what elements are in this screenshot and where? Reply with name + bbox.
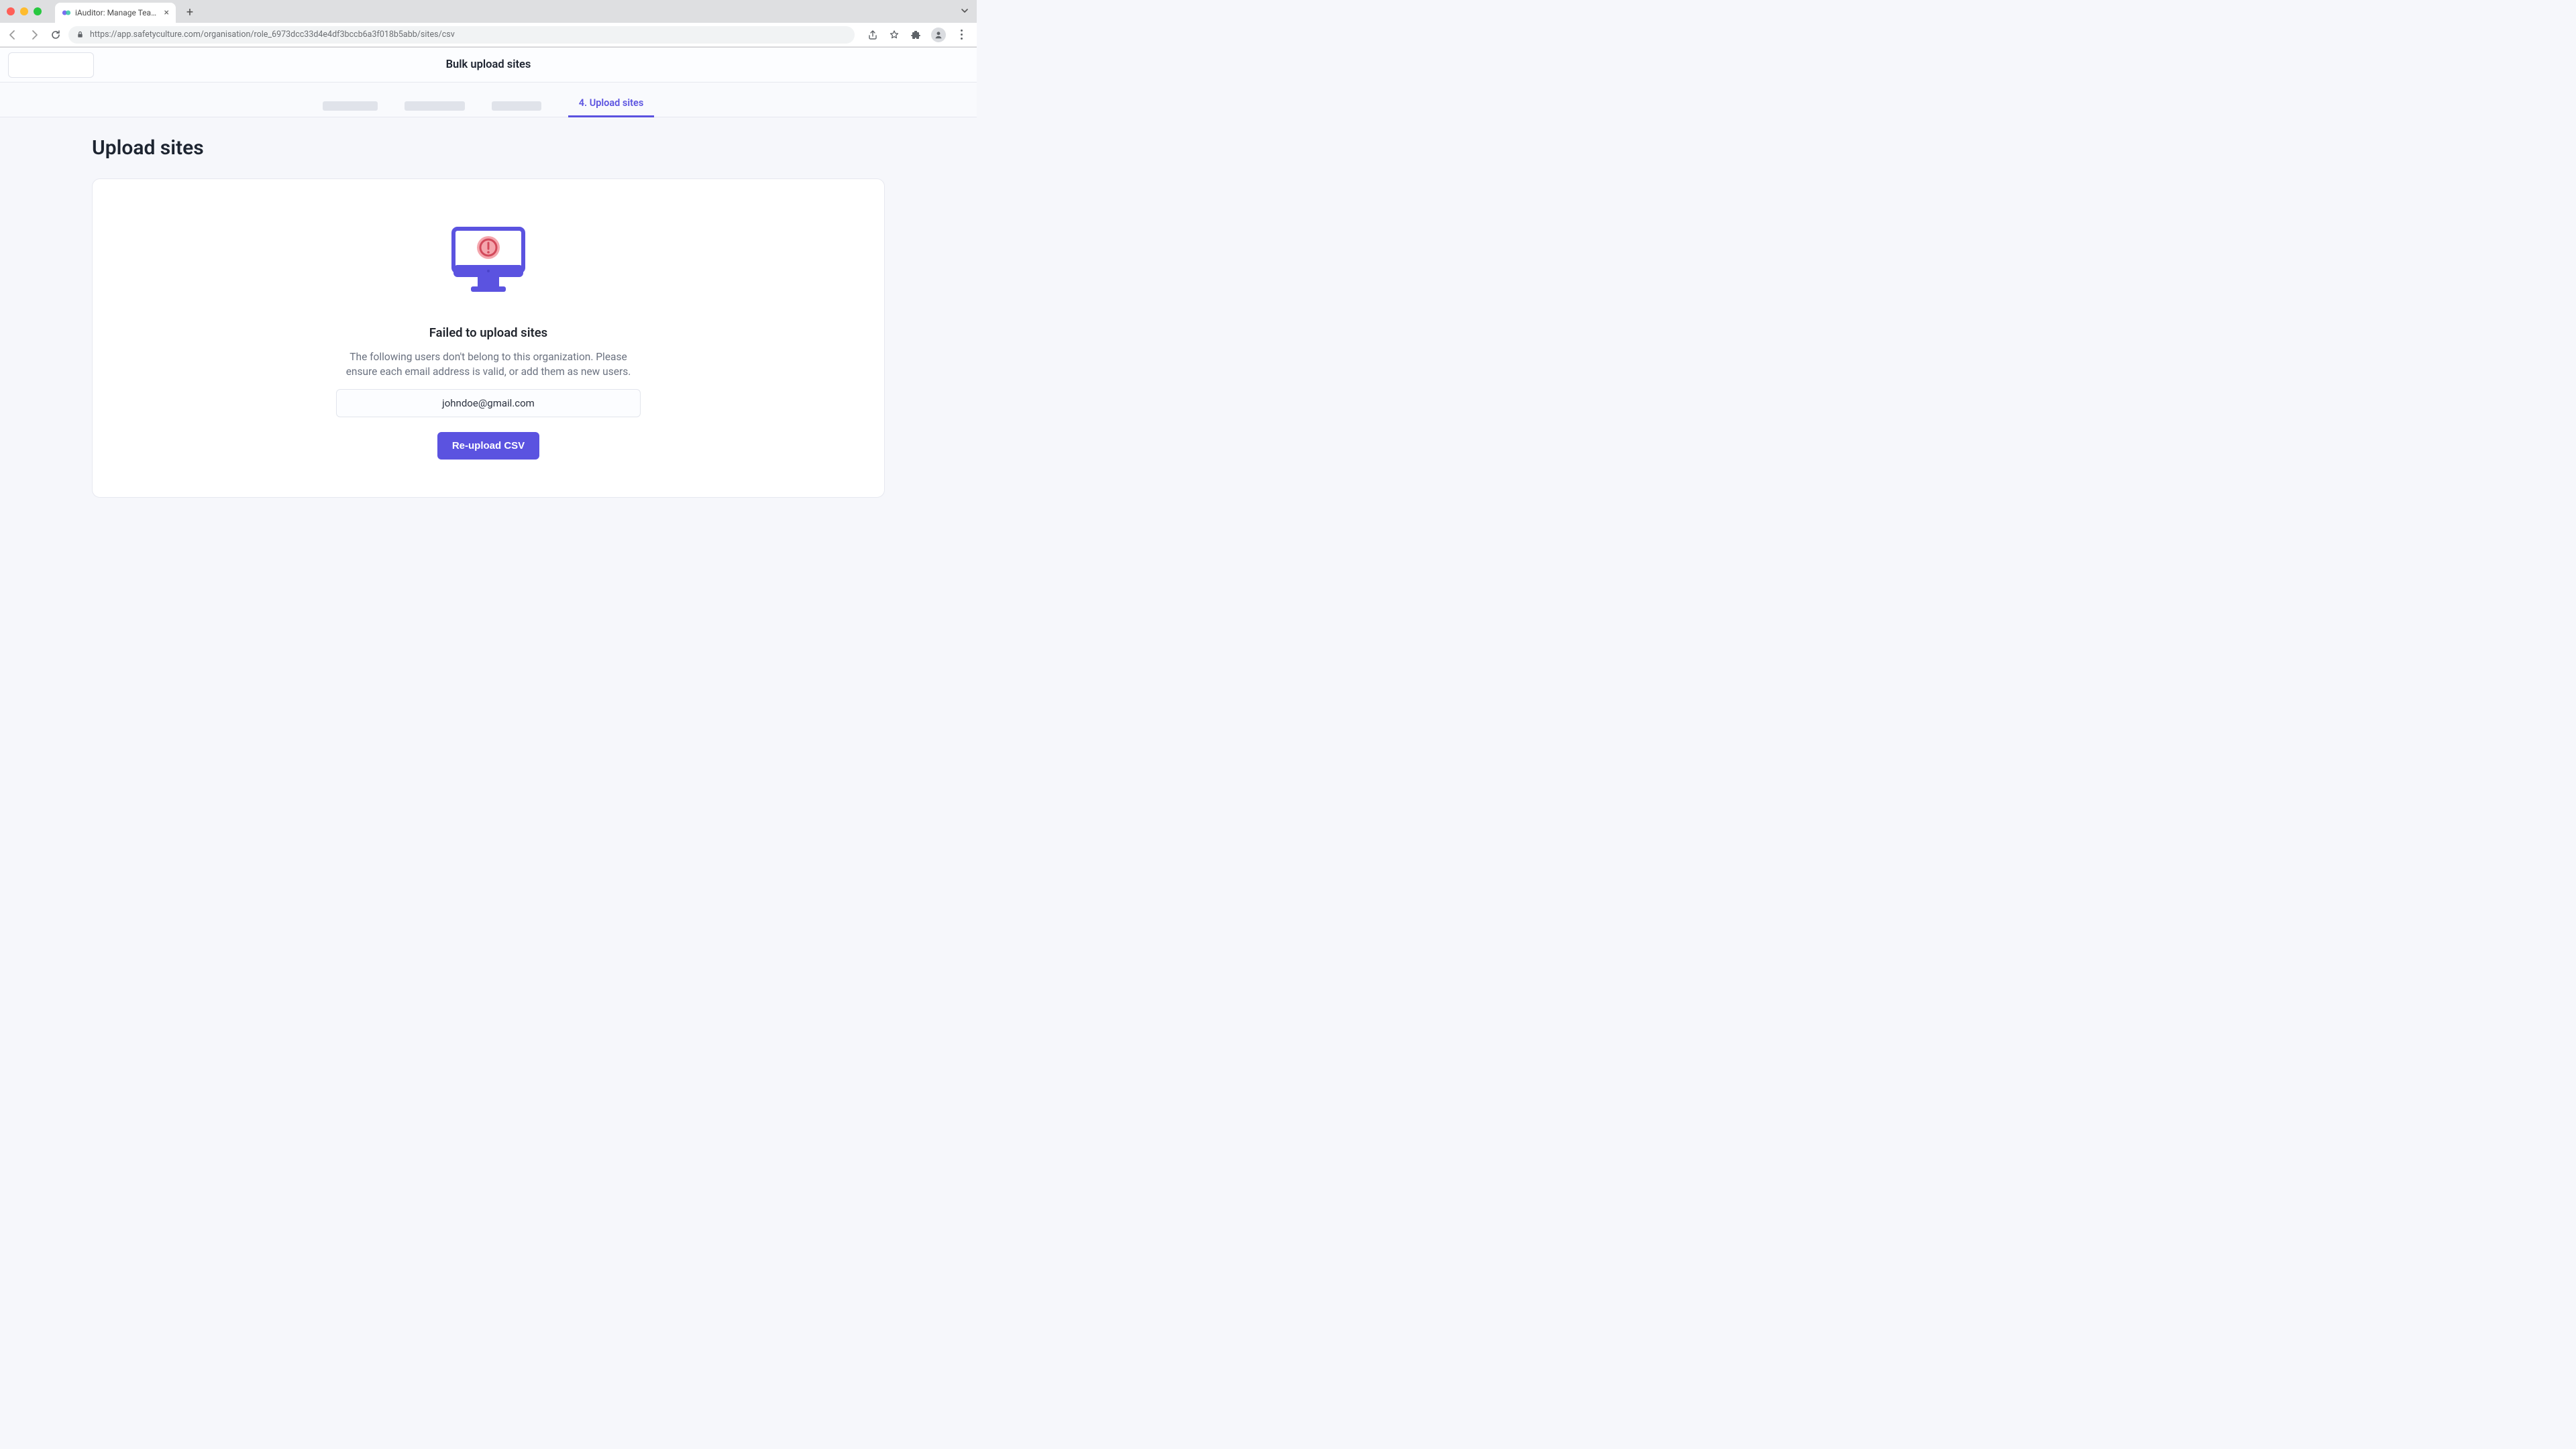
chrome-menu-icon[interactable] xyxy=(955,29,967,41)
upload-result-card: Failed to upload sites The following use… xyxy=(92,178,885,498)
error-illustration-icon xyxy=(451,226,526,296)
error-title: Failed to upload sites xyxy=(429,325,547,340)
url-text: https://app.safetyculture.com/organisati… xyxy=(90,30,455,40)
window-minimize-icon[interactable] xyxy=(20,7,28,15)
reupload-csv-button[interactable]: Re-upload CSV xyxy=(437,432,539,460)
error-description: The following users don't belong to this… xyxy=(334,350,643,380)
new-tab-button[interactable]: + xyxy=(181,4,199,21)
step-3[interactable] xyxy=(492,89,541,117)
step-2[interactable] xyxy=(405,89,465,117)
tab-strip: iAuditor: Manage Teams and In × + xyxy=(0,0,977,23)
page-header-title: Bulk upload sites xyxy=(446,58,531,71)
toolbar-right xyxy=(867,28,967,42)
step-1[interactable] xyxy=(323,89,378,117)
step-active-label: 4. Upload sites xyxy=(579,97,644,109)
page-title: Upload sites xyxy=(92,136,885,160)
window-zoom-icon[interactable] xyxy=(34,7,42,15)
bookmark-star-icon[interactable] xyxy=(888,29,900,41)
extensions-icon[interactable] xyxy=(910,29,922,41)
window-controls xyxy=(7,7,42,15)
address-bar[interactable]: https://app.safetyculture.com/organisati… xyxy=(68,26,855,44)
invalid-email-item: johndoe@gmail.com xyxy=(336,389,641,417)
app-header: Bulk upload sites xyxy=(0,48,977,83)
profile-avatar-icon[interactable] xyxy=(931,28,946,42)
stepper: 4. Upload sites xyxy=(0,83,977,117)
forward-button[interactable] xyxy=(28,29,40,41)
back-button[interactable] xyxy=(7,29,19,41)
main-content: Upload sites Failed to upload sites The … xyxy=(0,117,977,525)
lock-icon xyxy=(76,31,85,39)
tab-favicon-icon xyxy=(62,8,71,17)
tab-title: iAuditor: Manage Teams and In xyxy=(75,8,160,17)
nav-buttons xyxy=(7,29,62,41)
browser-chrome: iAuditor: Manage Teams and In × + https:… xyxy=(0,0,977,48)
step-4-active[interactable]: 4. Upload sites xyxy=(568,89,655,117)
share-icon[interactable] xyxy=(867,29,879,41)
window-close-icon[interactable] xyxy=(7,7,15,15)
tabs-overflow-icon[interactable] xyxy=(961,7,969,17)
tab-close-icon[interactable]: × xyxy=(164,7,169,18)
browser-tab[interactable]: iAuditor: Manage Teams and In × xyxy=(55,3,176,23)
browser-toolbar: https://app.safetyculture.com/organisati… xyxy=(0,23,977,47)
logo-placeholder xyxy=(8,52,94,78)
reload-button[interactable] xyxy=(50,29,62,41)
